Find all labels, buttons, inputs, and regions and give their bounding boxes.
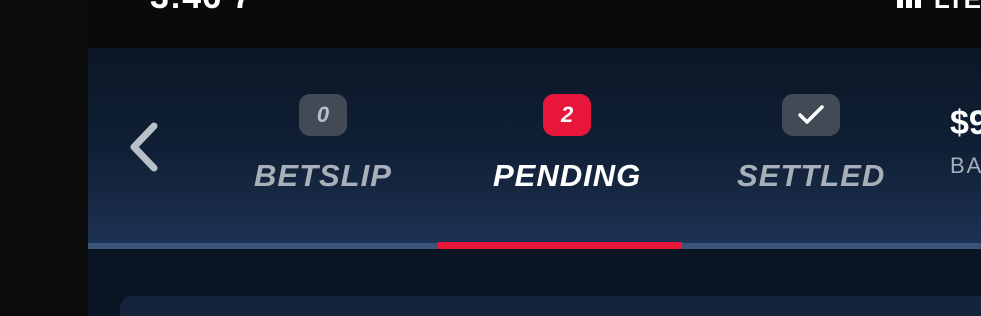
tab-pending[interactable]: 2 PENDING xyxy=(493,94,641,194)
balance-display[interactable]: $9 BA xyxy=(950,104,981,179)
balance-label: BA xyxy=(950,153,981,178)
tab-pending-label: PENDING xyxy=(493,158,642,193)
back-button[interactable] xyxy=(118,118,170,176)
tab-betslip-label: BETSLIP xyxy=(254,158,392,193)
settled-badge xyxy=(782,94,841,136)
betslip-count-badge: 0 xyxy=(298,94,347,136)
pending-count-badge: 2 xyxy=(543,94,592,136)
status-time: 3:46 7 xyxy=(150,0,252,17)
status-bar: 3:46 7 LTE xyxy=(88,0,981,48)
tab-settled-label: SETTLED xyxy=(737,158,886,193)
balance-amount: $9 xyxy=(950,104,981,142)
status-carrier: LTE xyxy=(934,0,981,15)
bet-card[interactable] xyxy=(120,296,981,316)
active-tab-indicator xyxy=(438,242,682,249)
left-bezel xyxy=(0,0,88,316)
tab-betslip[interactable]: 0 BETSLIP xyxy=(254,94,392,194)
checkmark-icon xyxy=(798,105,824,124)
signal-icon xyxy=(897,0,921,8)
chevron-left-icon xyxy=(130,122,158,172)
tab-settled[interactable]: SETTLED xyxy=(737,94,885,194)
